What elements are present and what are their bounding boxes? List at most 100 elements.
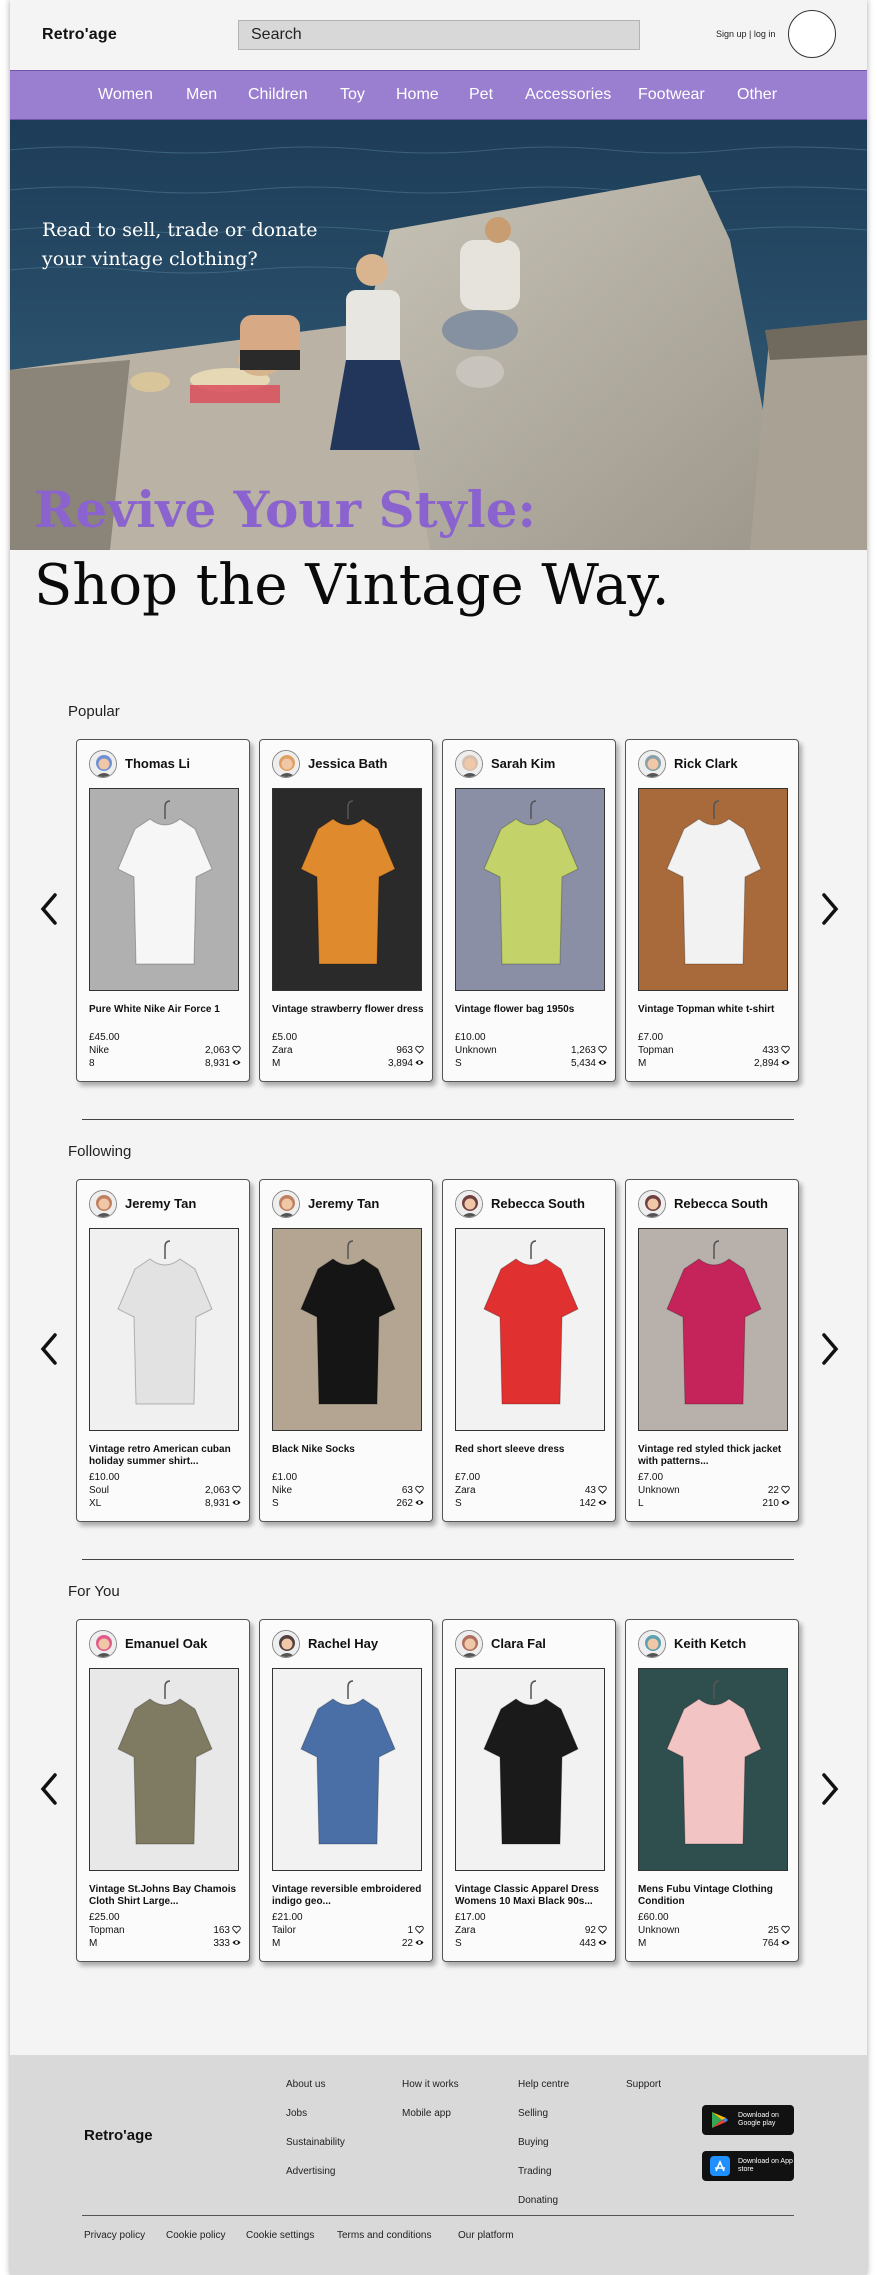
footer-cookie-settings[interactable]: Cookie settings [246, 2230, 314, 2241]
seller-avatar[interactable] [272, 750, 300, 778]
nav-item-footwear[interactable]: Footwear [638, 86, 705, 104]
product-card[interactable]: Rebecca South Red short sleeve dress £7.00… [442, 1179, 616, 1522]
footer-jobs[interactable]: Jobs [286, 2108, 307, 2119]
nav-item-toy[interactable]: Toy [340, 86, 365, 104]
product-title[interactable]: Red short sleeve dress [455, 1444, 607, 1456]
seller-name[interactable]: Keith Ketch [674, 1636, 746, 1651]
heart-icon[interactable] [598, 1485, 607, 1494]
product-card[interactable]: Jessica Bath Vintage strawberry flower dr… [259, 739, 433, 1082]
seller-name[interactable]: Rebecca South [491, 1196, 585, 1211]
heart-icon[interactable] [598, 1045, 607, 1054]
product-image[interactable] [455, 1228, 605, 1431]
product-card[interactable]: Rick Clark Vintage Topman white t-shirt £7… [625, 739, 799, 1082]
footer-about-us[interactable]: About us [286, 2079, 325, 2090]
heart-icon[interactable] [415, 1925, 424, 1934]
product-image[interactable] [455, 1668, 605, 1871]
seller-avatar[interactable] [638, 1190, 666, 1218]
product-title[interactable]: Vintage Topman white t-shirt [638, 1004, 790, 1016]
product-image[interactable] [638, 1228, 788, 1431]
site-logo[interactable]: Retro'age [42, 26, 117, 44]
seller-avatar[interactable] [455, 750, 483, 778]
heart-icon[interactable] [232, 1485, 241, 1494]
seller-avatar[interactable] [272, 1630, 300, 1658]
product-title[interactable]: Mens Fubu Vintage Clothing Condition [638, 1884, 790, 1908]
product-title[interactable]: Black Nike Socks [272, 1444, 424, 1456]
footer-terms-and-conditions[interactable]: Terms and conditions [337, 2230, 432, 2241]
carousel-prev-button[interactable] [35, 1769, 63, 1809]
seller-avatar[interactable] [455, 1190, 483, 1218]
seller-name[interactable]: Jeremy Tan [125, 1196, 196, 1211]
product-title[interactable]: Vintage red styled thick jacket with pat… [638, 1444, 790, 1468]
product-card[interactable]: Jeremy Tan Vintage retro American cuban h… [76, 1179, 250, 1522]
seller-name[interactable]: Rebecca South [674, 1196, 768, 1211]
product-card[interactable]: Jeremy Tan Black Nike Socks £1.00 Nike 63 S 26… [259, 1179, 433, 1522]
heart-icon[interactable] [415, 1485, 424, 1494]
seller-avatar[interactable] [455, 1630, 483, 1658]
footer-trading[interactable]: Trading [518, 2166, 552, 2177]
footer-buying[interactable]: Buying [518, 2137, 549, 2148]
footer-logo[interactable]: Retro'age [84, 2127, 153, 2144]
product-title[interactable]: Vintage St.Johns Bay Chamois Cloth Shirt… [89, 1884, 241, 1908]
footer-privacy-policy[interactable]: Privacy policy [84, 2230, 145, 2241]
product-card[interactable]: Thomas Li Pure White Nike Air Force 1 £45.… [76, 739, 250, 1082]
seller-name[interactable]: Thomas Li [125, 756, 190, 771]
product-title[interactable]: Vintage flower bag 1950s [455, 1004, 607, 1016]
nav-item-men[interactable]: Men [186, 86, 217, 104]
footer-support[interactable]: Support [626, 2079, 661, 2090]
carousel-prev-button[interactable] [35, 1329, 63, 1369]
seller-avatar[interactable] [89, 750, 117, 778]
nav-item-accessories[interactable]: Accessories [525, 86, 611, 104]
search-input[interactable]: Search [238, 20, 640, 50]
footer-sustainability[interactable]: Sustainability [286, 2137, 345, 2148]
footer-selling[interactable]: Selling [518, 2108, 548, 2119]
seller-name[interactable]: Rick Clark [674, 756, 738, 771]
seller-name[interactable]: Rachel Hay [308, 1636, 378, 1651]
seller-name[interactable]: Jessica Bath [308, 756, 388, 771]
heart-icon[interactable] [415, 1045, 424, 1054]
product-image[interactable] [638, 788, 788, 991]
footer-our-platform[interactable]: Our platform [458, 2230, 514, 2241]
app-store-button[interactable]: Download on App store [702, 2151, 794, 2181]
product-image[interactable] [89, 788, 239, 991]
heart-icon[interactable] [232, 1925, 241, 1934]
product-title[interactable]: Vintage reversible embroidered indigo ge… [272, 1884, 424, 1908]
nav-item-pet[interactable]: Pet [469, 86, 493, 104]
seller-avatar[interactable] [638, 1630, 666, 1658]
product-image[interactable] [638, 1668, 788, 1871]
profile-avatar[interactable] [788, 10, 836, 58]
seller-name[interactable]: Sarah Kim [491, 756, 555, 771]
product-title[interactable]: Vintage strawberry flower dress [272, 1004, 424, 1016]
product-card[interactable]: Sarah Kim Vintage flower bag 1950s £10.00 U… [442, 739, 616, 1082]
footer-donating[interactable]: Donating [518, 2195, 558, 2206]
product-title[interactable]: Pure White Nike Air Force 1 [89, 1004, 241, 1016]
footer-cookie-policy[interactable]: Cookie policy [166, 2230, 225, 2241]
heart-icon[interactable] [781, 1925, 790, 1934]
nav-item-home[interactable]: Home [396, 86, 439, 104]
footer-mobile-app[interactable]: Mobile app [402, 2108, 451, 2119]
footer-how-it-works[interactable]: How it works [402, 2079, 459, 2090]
nav-item-children[interactable]: Children [248, 86, 308, 104]
google-play-button[interactable]: Download on Google play [702, 2105, 794, 2135]
product-title[interactable]: Vintage retro American cuban holiday sum… [89, 1444, 241, 1468]
product-image[interactable] [272, 1668, 422, 1871]
carousel-prev-button[interactable] [35, 889, 63, 929]
seller-avatar[interactable] [89, 1630, 117, 1658]
nav-item-other[interactable]: Other [737, 86, 777, 104]
product-image[interactable] [89, 1668, 239, 1871]
product-image[interactable] [89, 1228, 239, 1431]
seller-avatar[interactable] [89, 1190, 117, 1218]
heart-icon[interactable] [781, 1485, 790, 1494]
heart-icon[interactable] [232, 1045, 241, 1054]
product-title[interactable]: Vintage Classic Apparel Dress Womens 10 … [455, 1884, 607, 1908]
heart-icon[interactable] [781, 1045, 790, 1054]
product-card[interactable]: Emanuel Oak Vintage St.Johns Bay Chamois … [76, 1619, 250, 1962]
product-image[interactable] [455, 788, 605, 991]
product-image[interactable] [272, 1228, 422, 1431]
seller-name[interactable]: Emanuel Oak [125, 1636, 207, 1651]
heart-icon[interactable] [598, 1925, 607, 1934]
carousel-next-button[interactable] [816, 1769, 844, 1809]
seller-name[interactable]: Clara Fal [491, 1636, 546, 1651]
product-card[interactable]: Keith Ketch Mens Fubu Vintage Clothing Co… [625, 1619, 799, 1962]
product-image[interactable] [272, 788, 422, 991]
signup-login-link[interactable]: Sign up | log in [716, 29, 775, 39]
